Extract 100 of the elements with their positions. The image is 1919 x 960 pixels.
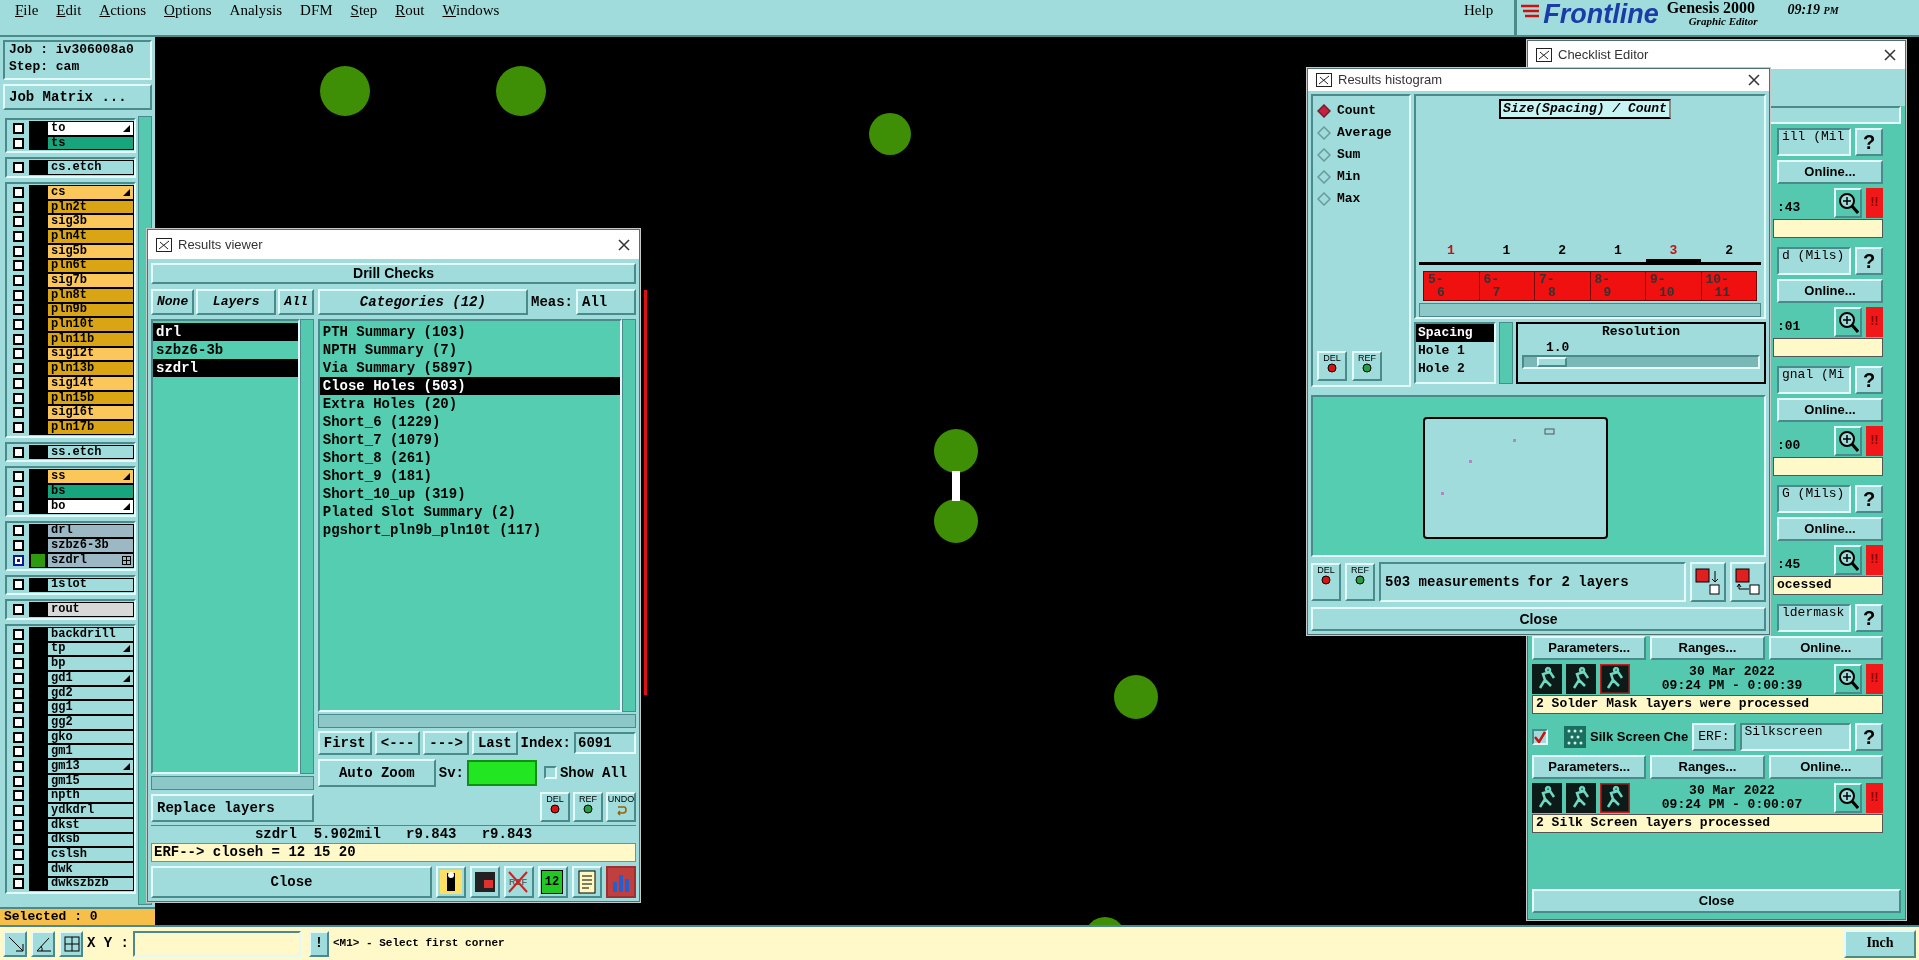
layer-name[interactable]: sig3b [47,214,134,230]
category-item[interactable]: Short_6 (1229) [319,413,620,431]
category-item[interactable]: Close Holes (503) [319,377,620,395]
layer-name[interactable]: backdrill [47,626,134,642]
show-all-checkbox[interactable]: Show All [543,764,628,782]
layer-name[interactable]: ss.etch [47,444,134,460]
menu-item[interactable]: Analysis [220,1,292,19]
help-button[interactable]: ? [1855,366,1883,394]
alert-button[interactable]: ! [309,930,329,957]
layer-name[interactable]: cs.etch [47,160,134,176]
layer-name[interactable]: gm1 [47,744,134,760]
online-button[interactable]: Online... [1777,279,1883,303]
index-field[interactable]: 6091 [574,732,636,754]
nav-button[interactable]: ---> [423,731,469,755]
layer-name[interactable]: rout [47,602,134,617]
online-button[interactable]: Online... [1777,517,1883,541]
layer-name[interactable]: sig7b [47,273,134,288]
layer-item[interactable]: szdrl [153,359,298,377]
column-item[interactable]: Hole 2 [1416,360,1494,378]
layer-name[interactable]: gd1 [47,671,134,686]
category-item[interactable]: Short_9 (181) [319,467,620,485]
layer-name[interactable]: bs [47,484,134,499]
close-button[interactable]: Close [1532,889,1901,913]
layer-name[interactable]: pln17b [47,420,134,435]
mode-radio[interactable]: Max [1317,188,1405,210]
del-button[interactable]: DEL [540,792,570,822]
layer-name[interactable]: pln13b [47,361,134,376]
parameters-button[interactable]: Parameters... [1532,636,1647,660]
menu-item[interactable]: Step [341,1,387,19]
category-item[interactable]: Extra Holes (20) [319,395,620,413]
mode-radio[interactable]: Count [1317,100,1405,122]
help-button[interactable]: ? [1855,247,1883,275]
layer-name[interactable]: cslsh [47,847,134,862]
erf-field[interactable]: ill (Mil [1777,128,1851,156]
menu-item[interactable]: Rout [386,1,434,19]
category-item[interactable]: Short_10_up (319) [319,485,620,503]
erf-field[interactable]: ldermask [1777,604,1851,632]
help-button[interactable]: ? [1855,723,1883,751]
layer-name[interactable]: pln4t [47,229,134,244]
layer-name[interactable]: sig14t [47,376,134,391]
categories-button[interactable]: Categories (12) [317,289,528,315]
layer-name[interactable]: bp [47,656,134,671]
job-matrix-button[interactable]: Job Matrix ... [3,84,152,110]
layer-name[interactable]: szbz6-3b [47,538,134,553]
layer-name[interactable]: pln10t [47,317,134,332]
erf-field[interactable]: G (Mils) [1777,485,1851,513]
category-item[interactable]: Via Summary (5897) [319,359,620,377]
category-item[interactable]: Plated Slot Summary (2) [319,503,620,521]
layer-name[interactable]: gm13 [47,759,134,774]
online-button[interactable]: Online... [1768,636,1883,660]
layer-name[interactable]: ss [47,469,134,485]
ranges-button[interactable]: Ranges... [1650,755,1765,779]
layer-name[interactable]: ydkdrl [47,803,134,818]
category-item[interactable]: pgshort_pln9b_pln10t (117) [319,521,620,539]
undo-button[interactable]: UNDO [606,792,636,822]
menu-item[interactable]: DFM [291,1,342,19]
online-button[interactable]: Online... [1777,398,1883,422]
del-button[interactable]: DEL [1311,563,1341,601]
erf-field[interactable]: gnal (Mi [1777,366,1851,394]
replace-layers-dropdown[interactable]: Replace layers [151,794,314,822]
category-item[interactable]: NPTH Summary (7) [319,341,620,359]
menu-item[interactable]: Actions [90,1,156,19]
category-item[interactable]: Short_8 (261) [319,449,620,467]
layer-name[interactable]: gg1 [47,700,134,716]
layer-name[interactable]: sig16t [47,405,134,421]
erf-field[interactable]: d (Mils) [1777,247,1851,275]
del-button[interactable]: DEL [1317,351,1347,381]
nav-button[interactable]: Last [471,731,518,755]
help-button[interactable]: ? [1855,485,1883,513]
layer-item[interactable]: drl [153,323,298,341]
ref-button[interactable]: REF [1345,563,1375,601]
column-item[interactable]: Spacing [1416,324,1494,342]
mode-radio[interactable]: Sum [1317,144,1405,166]
layer-name[interactable]: cs [47,185,134,200]
menu-item[interactable]: Options [155,1,221,19]
meas-dropdown[interactable]: All [576,289,636,315]
layer-filter-button[interactable]: Layers [196,289,277,315]
category-item[interactable]: Short_7 (1079) [319,431,620,449]
erf-button[interactable]: ERF: [1692,723,1736,751]
nav-button[interactable]: <--- [374,731,421,755]
parameters-button[interactable]: Parameters... [1532,755,1647,779]
help-menu[interactable]: Help [1455,1,1503,19]
units-dropdown[interactable]: Inch [1844,929,1916,958]
help-button[interactable]: ? [1855,128,1883,156]
ref-button[interactable]: REF [573,792,603,822]
section-header[interactable]: Drill Checks [151,263,636,284]
layer-name[interactable]: to [47,121,134,136]
category-item[interactable]: PTH Summary (103) [319,323,620,341]
online-button[interactable]: Online... [1777,160,1883,184]
mode-radio[interactable]: Min [1317,166,1405,188]
auto-zoom-dropdown[interactable]: Auto Zoom [317,759,436,787]
help-button[interactable]: ? [1855,604,1883,632]
close-button[interactable]: Close [1311,607,1766,631]
layer-item[interactable]: szbz6-3b [153,341,298,359]
nav-button[interactable]: First [317,731,372,755]
erf-field[interactable]: Silkscreen [1739,723,1851,751]
menu-item[interactable]: Edit [47,1,91,19]
layer-filter-button[interactable]: All [278,289,314,315]
menu-item[interactable]: Windows [433,1,509,19]
column-item[interactable]: Hole 1 [1416,342,1494,360]
